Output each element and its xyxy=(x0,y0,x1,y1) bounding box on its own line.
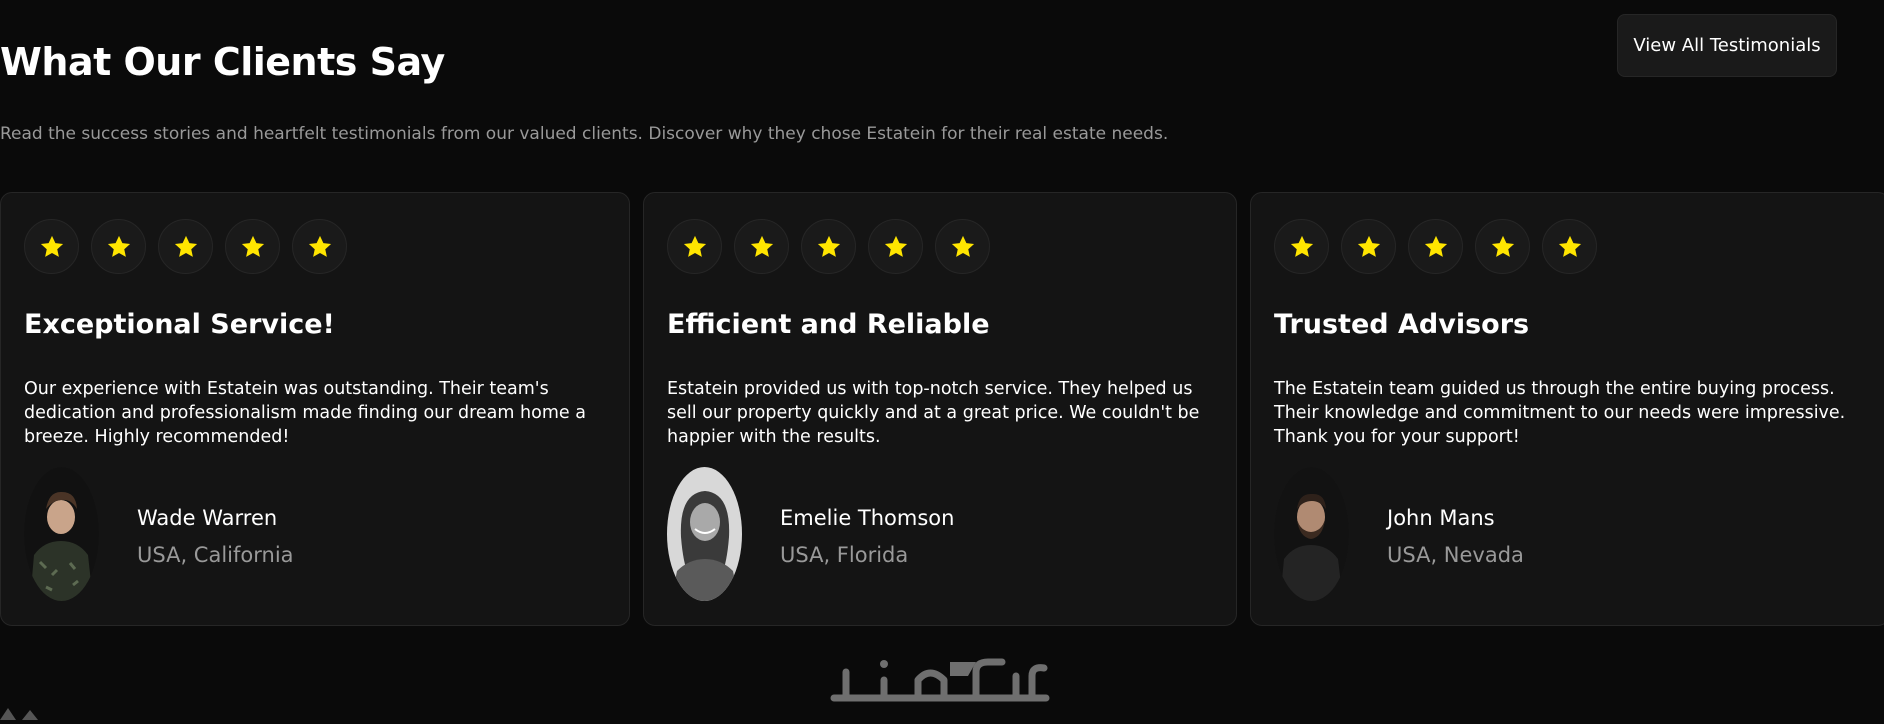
testimonial-text: The Estatein team guided us through the … xyxy=(1274,379,1846,447)
star-icon xyxy=(91,219,146,274)
client-name: Emelie Thomson xyxy=(780,506,955,530)
star-icon xyxy=(1341,219,1396,274)
star-icon xyxy=(935,219,990,274)
star-icon xyxy=(868,219,923,274)
client-location: USA, California xyxy=(137,543,294,567)
testimonial-title: Efficient and Reliable xyxy=(667,309,990,340)
star-icon xyxy=(801,219,856,274)
star-icon xyxy=(734,219,789,274)
avatar xyxy=(24,467,99,601)
section-subtitle: Read the success stories and heartfelt t… xyxy=(0,124,1169,144)
client-location: USA, Nevada xyxy=(1387,543,1524,567)
view-all-testimonials-button[interactable]: View All Testimonials xyxy=(1617,14,1837,77)
star-rating xyxy=(667,219,990,274)
testimonial-text: Estatein provided us with top-notch serv… xyxy=(667,379,1200,447)
star-icon xyxy=(158,219,213,274)
star-rating xyxy=(1274,219,1597,274)
star-icon xyxy=(1408,219,1463,274)
testimonial-card: Trusted Advisors The Estatein team guide… xyxy=(1250,192,1884,626)
testimonial-title: Trusted Advisors xyxy=(1274,309,1530,340)
testimonial-text: Our experience with Estatein was outstan… xyxy=(24,379,586,447)
star-icon xyxy=(1274,219,1329,274)
client-name: Wade Warren xyxy=(137,506,278,530)
client-location: USA, Florida xyxy=(780,543,909,567)
star-icon xyxy=(1542,219,1597,274)
section-title: What Our Clients Say xyxy=(0,40,445,84)
star-icon xyxy=(1475,219,1530,274)
testimonial-title: Exceptional Service! xyxy=(24,309,335,340)
star-icon xyxy=(292,219,347,274)
star-rating xyxy=(24,219,347,274)
star-icon xyxy=(225,219,280,274)
avatar xyxy=(1274,467,1349,601)
testimonial-card: Efficient and Reliable Estatein provided… xyxy=(643,192,1237,626)
star-icon xyxy=(24,219,79,274)
star-icon xyxy=(667,219,722,274)
corner-decoration xyxy=(0,704,44,720)
avatar xyxy=(667,467,742,601)
testimonial-card: Exceptional Service! Our experience with… xyxy=(0,192,630,626)
client-name: John Mans xyxy=(1387,506,1495,530)
watermark-logo xyxy=(826,654,1056,710)
